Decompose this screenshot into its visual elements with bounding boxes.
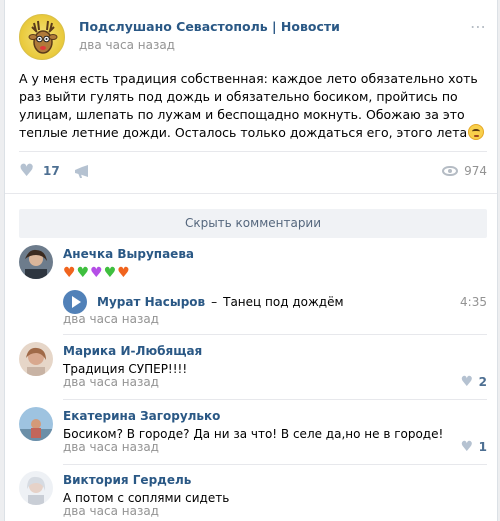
comment-author[interactable]: Марика И-Любящая [63, 344, 202, 358]
comment-item: Екатерина Загорулько Босиком? В городе? … [19, 407, 487, 465]
emoji-hearts: ♥ ♥ ♥ ♥ ♥ [63, 265, 130, 281]
avatar-photo-icon [19, 471, 53, 505]
avatar[interactable] [19, 245, 53, 279]
post-card: Подслушано Севастополь | Новости два час… [4, 0, 498, 521]
track-duration: 4:35 [460, 295, 487, 309]
post-time[interactable]: два часа назад [79, 38, 175, 52]
track-info: Мурат Насыров – Танец под дождём [97, 295, 344, 309]
views-count: 974 [464, 164, 487, 178]
play-icon[interactable] [63, 290, 87, 314]
heart-icon: ♥ [19, 161, 35, 181]
avatar-photo-icon [19, 407, 53, 441]
comment-author[interactable]: Виктория Гердель [63, 473, 191, 487]
post-text-body: А у меня есть традиция собственная: кажд… [19, 71, 478, 140]
views-counter: 974 [442, 164, 487, 178]
post-text: А у меня есть традиция собственная: кажд… [19, 70, 487, 142]
avatar-photo-icon [19, 342, 53, 376]
group-avatar[interactable] [19, 14, 65, 60]
heart-emoji-icon: ♥ [90, 265, 103, 281]
heart-emoji-icon: ♥ [117, 265, 130, 281]
like-count: 17 [43, 164, 60, 178]
avatar[interactable] [19, 342, 53, 376]
comment-author[interactable]: Анечка Вырупаева [63, 247, 194, 261]
deer-logo-icon [28, 20, 58, 54]
comment-text: А потом с соплями сидеть [63, 491, 230, 505]
track-artist[interactable]: Мурат Насыров [97, 295, 205, 309]
more-dots-icon[interactable]: ⋯ [467, 19, 489, 35]
comment-time[interactable]: два часа назад [63, 440, 159, 454]
post-header: Подслушано Севастополь | Новости два час… [19, 14, 489, 60]
hide-comments-button[interactable]: Скрыть комментарии [19, 209, 487, 238]
comment-like-button[interactable]: ♥ 2 [461, 375, 487, 389]
avatar[interactable] [19, 471, 53, 505]
eye-icon [442, 166, 459, 176]
avatar[interactable] [19, 407, 53, 441]
heart-icon: ♥ [460, 439, 474, 455]
like-button[interactable]: ♥ 17 [19, 161, 60, 181]
comment-time[interactable]: два часа назад [63, 504, 159, 518]
avatar-photo-icon [19, 245, 53, 279]
heart-emoji-icon: ♥ [76, 265, 90, 281]
heart-emoji-icon: ♥ [103, 265, 117, 281]
flushed-emoji-icon [468, 124, 485, 140]
comment-like-count: 2 [478, 375, 487, 389]
comment-time[interactable]: два часа назад [63, 312, 159, 326]
comment-item: Марика И-Любящая Традиция СУПЕР!!!! два … [19, 342, 487, 400]
post-actions: ♥ 17 974 [19, 151, 487, 193]
comment-text: Босиком? В городе? Да ни за что! В селе … [63, 427, 444, 441]
comment-like-button[interactable]: ♥ 1 [461, 440, 487, 454]
megaphone-icon [75, 165, 88, 178]
comment-item: Анечка Вырупаева ♥ ♥ ♥ ♥ ♥ Мурат Насыров… [19, 245, 487, 335]
group-name[interactable]: Подслушано Севастополь | Новости [79, 19, 340, 34]
comment-like-count: 1 [478, 440, 487, 454]
track-title: Танец под дождём [223, 295, 344, 309]
heart-icon: ♥ [460, 374, 474, 390]
comment-separator [63, 399, 487, 400]
comment-separator [63, 334, 487, 335]
comment-time[interactable]: два часа назад [63, 375, 159, 389]
comment-separator [63, 464, 487, 465]
heart-emoji-icon: ♥ [63, 265, 76, 281]
comment-text: Традиция СУПЕР!!!! [63, 362, 188, 376]
comment-item: Виктория Гердель А потом с соплями сидет… [19, 471, 487, 521]
divider [5, 193, 497, 194]
comment-author[interactable]: Екатерина Загорулько [63, 409, 220, 423]
track-dash: – [211, 295, 218, 309]
share-button[interactable] [73, 164, 91, 180]
